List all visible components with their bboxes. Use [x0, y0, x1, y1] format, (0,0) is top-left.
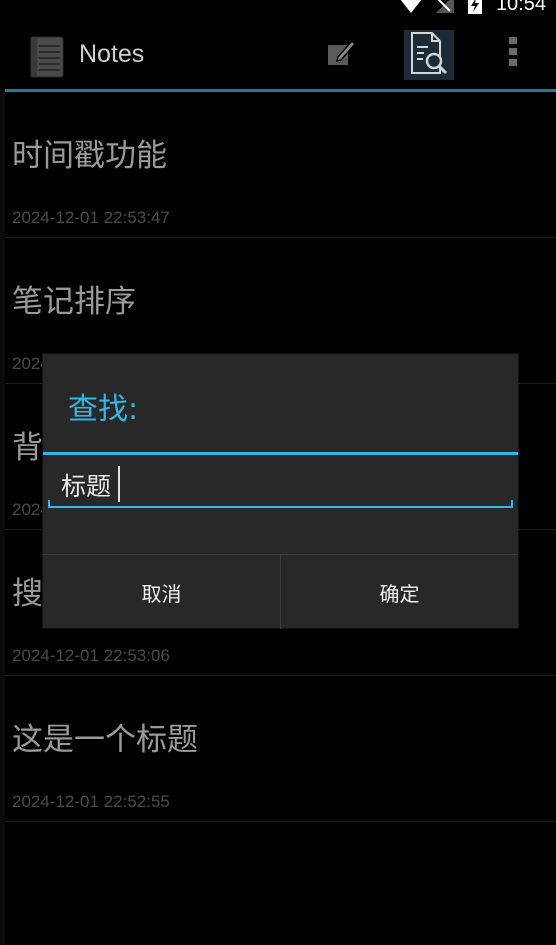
input-underline [48, 506, 513, 508]
note-date: 2024-12-01 22:53:47 [12, 208, 170, 227]
note-title: 笔记排序 [12, 284, 136, 320]
cancel-button[interactable]: 取消 [43, 555, 280, 629]
status-bar: 10:54 [0, 0, 556, 18]
search-field-wrapper [48, 462, 513, 508]
dialog-title: 查找: [68, 392, 139, 427]
dialog-title-divider [43, 452, 518, 455]
overflow-menu-icon [508, 36, 518, 72]
input-underline-tick [511, 500, 513, 508]
no-signal-icon [435, 0, 454, 13]
compose-button[interactable] [318, 28, 364, 80]
overflow-menu-button[interactable] [498, 28, 528, 80]
list-item[interactable]: 这是一个标题 2024-12-01 22:52:55 [5, 676, 556, 822]
note-date: 2024-12-01 22:52:55 [12, 792, 170, 811]
compose-icon [326, 37, 357, 71]
list-item[interactable]: 时间戳功能 2024-12-01 22:53:47 [5, 92, 556, 238]
search-icon [408, 31, 450, 79]
note-title: 时间戳功能 [12, 138, 167, 174]
notes-app-icon[interactable] [30, 36, 64, 82]
note-date: 2024-12-01 22:53:06 [12, 646, 170, 665]
confirm-button[interactable]: 确定 [280, 555, 518, 629]
note-title: 搜 [12, 576, 43, 612]
search-dialog: 查找: 取消 确定 [43, 354, 518, 629]
text-cursor [118, 466, 120, 502]
battery-charging-icon [467, 0, 482, 14]
search-button[interactable] [404, 30, 454, 80]
input-underline-tick [48, 500, 50, 508]
wifi-icon [400, 0, 422, 13]
app-title: Notes [79, 40, 145, 68]
note-title: 这是一个标题 [12, 722, 198, 758]
clock: 10:54 [495, 0, 546, 15]
dialog-button-bar: 取消 确定 [43, 554, 518, 629]
note-title: 背 [12, 430, 43, 466]
